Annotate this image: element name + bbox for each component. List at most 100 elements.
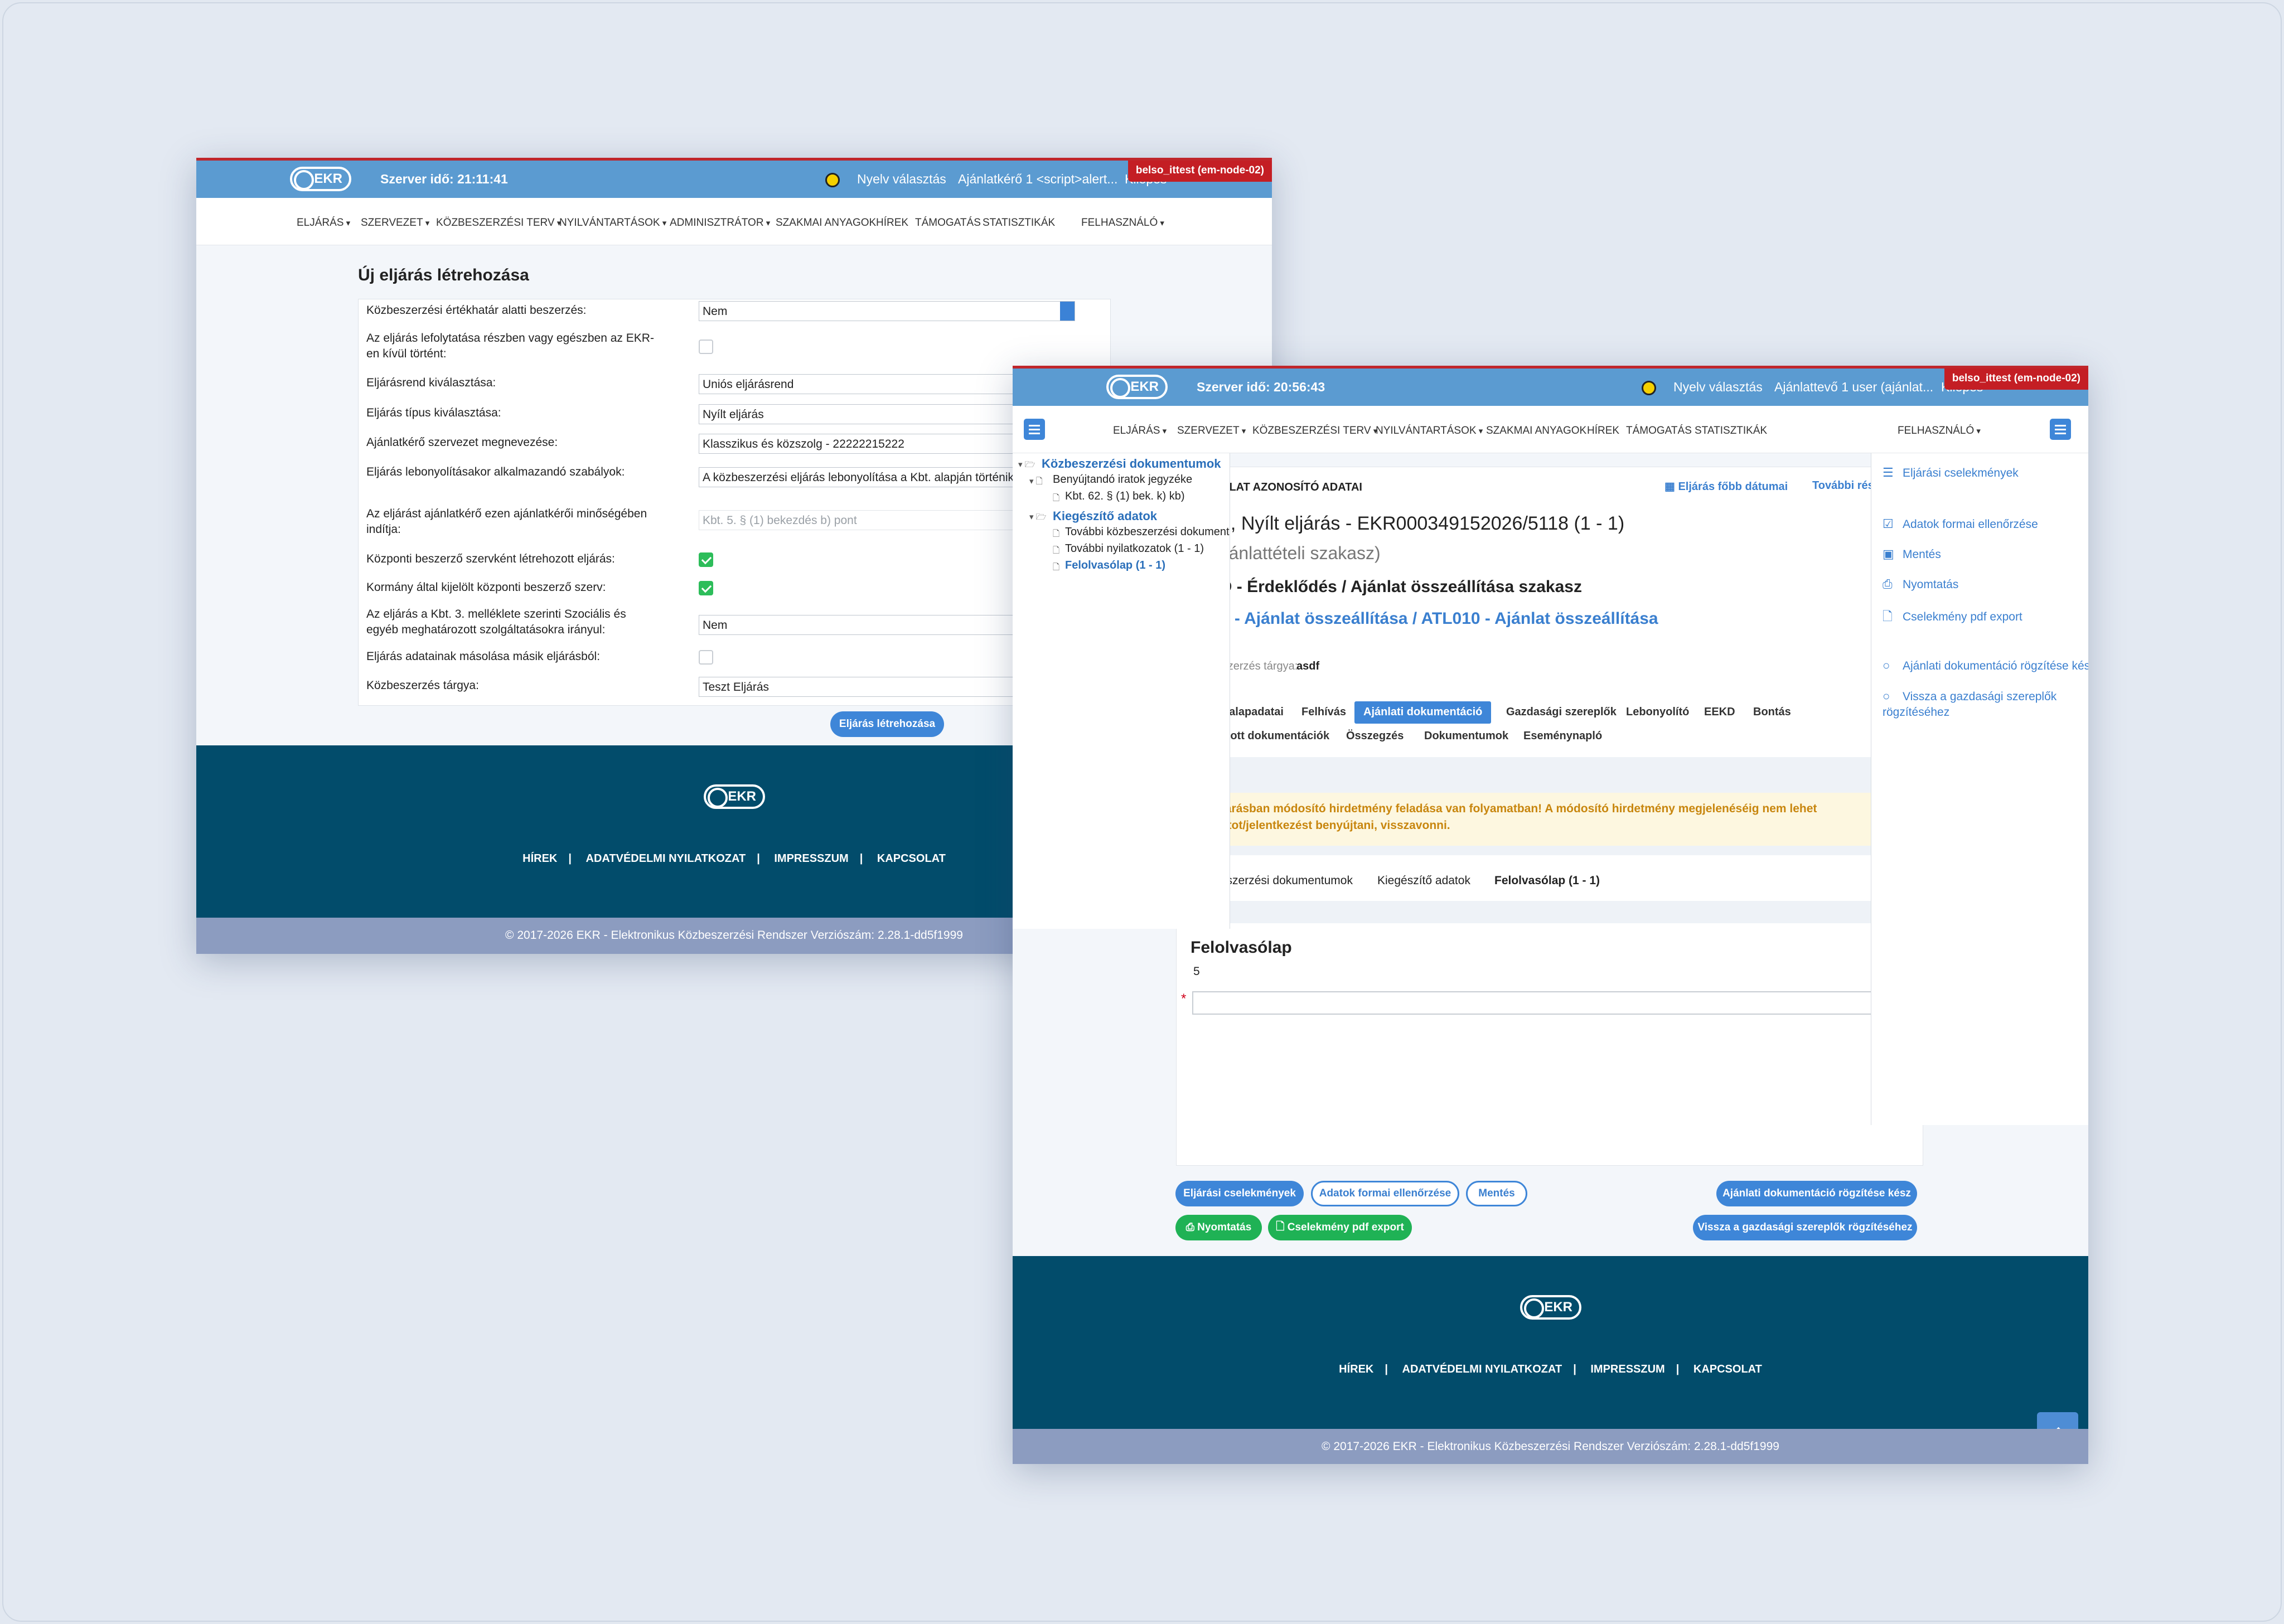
nav-eljaras[interactable]: ELJÁRÁS <box>1113 425 1167 437</box>
field-label: Közbeszerzés tárgya: <box>366 679 479 692</box>
nav-tamogatas[interactable]: TÁMOGATÁS <box>915 217 981 229</box>
save-button[interactable]: Mentés <box>1466 1181 1527 1206</box>
nav-felhasznalo[interactable]: FELHASZNÁLÓ <box>1081 217 1164 229</box>
tree-node-benyujtando[interactable]: Benyújtandó iratok jegyzéke <box>1053 473 1192 486</box>
side-item-save[interactable]: ▣ Mentés <box>1883 547 1941 561</box>
subtab-kiegeszito[interactable]: Kiegészítő adatok <box>1377 874 1470 888</box>
side-item-check[interactable]: ☑ Adatok formai ellenőrzése <box>1883 517 2038 531</box>
ekr-logo[interactable]: EKR <box>1106 375 1168 399</box>
tab-felhivas[interactable]: Felhívás <box>1293 701 1355 724</box>
user-menu[interactable]: Ajánlattevő 1 user (ajánlat... <box>1774 380 1933 395</box>
footer-logo[interactable]: EKR <box>704 784 765 809</box>
nav-kozbeszerzesi-terv[interactable]: KÖZBESZERZÉSI TERV <box>1252 425 1377 437</box>
tree-expand-icon[interactable]: ▾ 🗁 <box>1018 459 1035 473</box>
nav-kozbeszerzesi-terv[interactable]: KÖZBESZERZÉSI TERV <box>436 217 561 229</box>
tab-ajanlati-dokumentacio[interactable]: Ajánlati dokumentáció <box>1354 701 1492 724</box>
felolvasolap-input[interactable] <box>1192 991 1878 1015</box>
language-select[interactable]: Nyelv választás <box>1673 380 1763 395</box>
nav-eljaras[interactable]: ELJÁRÁS <box>297 217 350 229</box>
nav-szervezet[interactable]: SZERVEZET <box>361 217 429 229</box>
footer-link-hirek[interactable]: HÍREK <box>522 852 557 865</box>
tree-expand-icon[interactable]: ▾ 🗋 <box>1029 476 1043 489</box>
field-label: Központi beszerző szervként létrehozott … <box>366 552 615 565</box>
side-item-print[interactable]: ⎙ Nyomtatás <box>1883 577 1958 592</box>
footer-link-hirek[interactable]: HÍREK <box>1339 1363 1373 1375</box>
tree-node-felolvasolap[interactable]: Felolvasólap (1 - 1) <box>1065 559 1165 572</box>
footer-link-privacy[interactable]: ADATVÉDELMI NYILATKOZAT <box>586 852 746 865</box>
print-button[interactable]: ⎙ Nyomtatás <box>1175 1215 1262 1240</box>
footer-logo[interactable]: EKR <box>1520 1295 1581 1320</box>
tab-esemenynaplo[interactable]: Eseménynapló <box>1514 725 1611 748</box>
procedure-form: Közbeszerzési értékhatár alatti beszerzé… <box>358 299 1111 706</box>
footer-link-impresszum[interactable]: IMPRESSZUM <box>774 852 848 865</box>
dropdown-icon[interactable] <box>1060 302 1075 321</box>
create-procedure-button[interactable]: Eljárás létrehozása <box>830 711 944 737</box>
subject-value: asdf <box>1296 660 1320 672</box>
footer-link-kapcsolat[interactable]: KAPCSOLAT <box>877 852 946 865</box>
side-item-label: Nyomtatás <box>1903 578 1959 591</box>
dates-link[interactable]: ▦ Eljárás főbb dátumai <box>1664 479 1788 493</box>
nav-felhasznalo[interactable]: FELHASZNÁLÓ <box>1898 425 1981 437</box>
tree-node-kozbeszerzesi[interactable]: Közbeszerzési dokumentumok <box>1042 457 1221 471</box>
field-label: Eljárás adatainak másolása másik eljárás… <box>366 650 601 663</box>
top-bar: EKR Szerver idő: 20:56:43 Nyelv választá… <box>1013 369 2088 406</box>
tree-node-tovabbi-nyilatkozatok[interactable]: További nyilatkozatok (1 - 1) <box>1065 542 1204 555</box>
footer-link-privacy[interactable]: ADATVÉDELMI NYILATKOZAT <box>1402 1363 1562 1375</box>
pdf-icon: 🗋 <box>1883 609 1893 623</box>
tree-toggle-menu-icon[interactable] <box>1024 419 1045 440</box>
nav-nyilvantartasok[interactable]: NYILVÁNTARTÁSOK <box>1376 425 1483 437</box>
copy-data-checkbox[interactable] <box>699 650 713 665</box>
tab-lebonyolito[interactable]: Lebonyolító <box>1617 701 1698 724</box>
footer-separator: | <box>1676 1363 1680 1375</box>
central-purchasing-checkbox[interactable] <box>699 552 713 567</box>
below-threshold-select[interactable]: Nem <box>699 301 1075 321</box>
save-icon: ▣ <box>1883 547 1894 561</box>
actions-button[interactable]: Eljárási cselekmények <box>1175 1181 1304 1206</box>
server-time: Szerver idő: 20:56:43 <box>1197 380 1325 394</box>
nav-szervezet[interactable]: SZERVEZET <box>1177 425 1246 437</box>
side-item-back[interactable]: ○ Vissza a gazdasági szereplők rögzítéséh… <box>1883 689 2078 720</box>
footer-link-impresszum[interactable]: IMPRESSZUM <box>1590 1363 1664 1375</box>
tab-gazdasagi-szereplok[interactable]: Gazdasági szereplők <box>1497 701 1625 724</box>
ekr-logo[interactable]: EKR <box>290 167 351 191</box>
nav-tamogatas[interactable]: TÁMOGATÁS <box>1626 425 1692 437</box>
pdf-export-button[interactable]: 🗋 Cselekmény pdf export <box>1268 1215 1412 1240</box>
side-item-actions[interactable]: ☰ Eljárási cselekmények <box>1883 466 2019 480</box>
outside-ekr-checkbox[interactable] <box>699 340 713 354</box>
nav-hirek[interactable]: HÍREK <box>1587 425 1619 437</box>
language-select[interactable]: Nyelv választás <box>857 172 946 187</box>
back-button[interactable]: Vissza a gazdasági szereplők rögzítéséhe… <box>1693 1215 1917 1240</box>
footer-separator: | <box>859 852 863 865</box>
print-icon: ⎙ <box>1185 1221 1198 1233</box>
tab-bontas[interactable]: Bontás <box>1744 701 1800 724</box>
side-item-label: Mentés <box>1903 548 1941 561</box>
nav-statisztikak[interactable]: STATISZTIKÁK <box>1695 425 1767 437</box>
nav-szakmai-anyagok[interactable]: SZAKMAI ANYAGOK <box>1486 425 1586 437</box>
field-label: Az eljárás a Kbt. 3. melléklete szerinti… <box>366 608 626 636</box>
nav-szakmai-anyagok[interactable]: SZAKMAI ANYAGOK <box>776 217 876 229</box>
spacer <box>1177 846 1924 855</box>
procedure-step: ATL - Ajánlat összeállítása / ATL010 - A… <box>1199 609 1658 628</box>
government-designated-checkbox[interactable] <box>699 581 713 595</box>
tab-osszegzes[interactable]: Összegzés <box>1337 725 1412 748</box>
nav-adminisztrator[interactable]: ADMINISZTRÁTOR <box>670 217 770 229</box>
field-label: Az eljárást ajánlatkérő ezen ajánlatkérő… <box>366 507 647 536</box>
tab-dokumentumok[interactable]: Dokumentumok <box>1415 725 1517 748</box>
side-item-done[interactable]: ○ Ajánlati dokumentáció rögzítése kész <box>1883 658 2088 673</box>
nav-statisztikak[interactable]: STATISZTIKÁK <box>983 217 1055 229</box>
side-menu-icon[interactable] <box>2050 419 2071 440</box>
tab-eekd[interactable]: EEKD <box>1695 701 1744 724</box>
subtab-felolvasolap[interactable]: Felolvasólap (1 - 1) <box>1494 874 1600 888</box>
tree-node-kiegeszito[interactable]: Kiegészítő adatok <box>1053 509 1157 523</box>
tree-expand-icon[interactable]: ▾ 🗁 <box>1029 511 1046 525</box>
user-menu[interactable]: Ajánlatkérő 1 <script>alert... <box>958 172 1117 187</box>
footer-link-kapcsolat[interactable]: KAPCSOLAT <box>1693 1363 1762 1375</box>
tree-node-kbt62[interactable]: Kbt. 62. § (1) bek. k) kb) <box>1065 490 1185 503</box>
nav-hirek[interactable]: HÍREK <box>876 217 908 229</box>
tree-node-tovabbi-dokumentumok[interactable]: További közbeszerzési dokumentumok <box>1065 526 1230 539</box>
done-button[interactable]: Ajánlati dokumentáció rögzítése kész <box>1716 1181 1917 1206</box>
tree-doc-icon: 🗋 <box>1053 529 1060 539</box>
nav-nyilvantartasok[interactable]: NYILVÁNTARTÁSOK <box>559 217 666 229</box>
side-item-pdf[interactable]: 🗋 Cselekmény pdf export <box>1883 607 2022 628</box>
check-button[interactable]: Adatok formai ellenőrzése <box>1311 1181 1459 1206</box>
